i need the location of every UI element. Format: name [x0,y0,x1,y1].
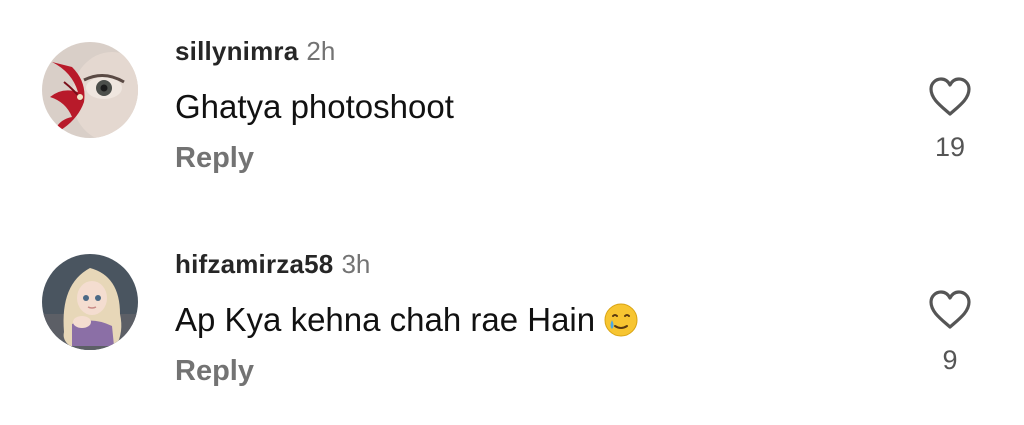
comment-meta: hifzamirza58 3h [175,249,370,283]
avatar[interactable] [42,42,138,138]
avatar-image [42,42,138,138]
username[interactable]: hifzamirza58 [175,249,333,279]
smiling-face-with-tear-icon [603,302,639,346]
comment-item: hifzamirza58 3h Ap Kya kehna chah rae Hai… [0,213,1024,403]
reply-button[interactable]: Reply [175,142,254,175]
comment-text: Ghatya photoshoot [175,88,454,125]
timestamp: 2h [306,36,336,66]
heart-icon[interactable] [927,289,973,331]
avatar[interactable] [42,254,138,350]
comment-text: Ap Kya kehna chah rae Hain [175,301,639,346]
username[interactable]: sillynimra [175,36,298,66]
comment-meta: sillynimra 2h [175,36,335,70]
heart-icon[interactable] [927,76,973,118]
avatar-image [42,254,138,350]
like-count: 9 [942,345,958,375]
timestamp: 3h [341,249,371,279]
comment-item: sillynimra 2h Ghatya photoshoot Reply 19 [0,0,1024,190]
like-count: 19 [934,132,966,162]
comment-text-body: Ap Kya kehna chah rae Hain [175,301,596,338]
reply-button[interactable]: Reply [175,355,254,388]
